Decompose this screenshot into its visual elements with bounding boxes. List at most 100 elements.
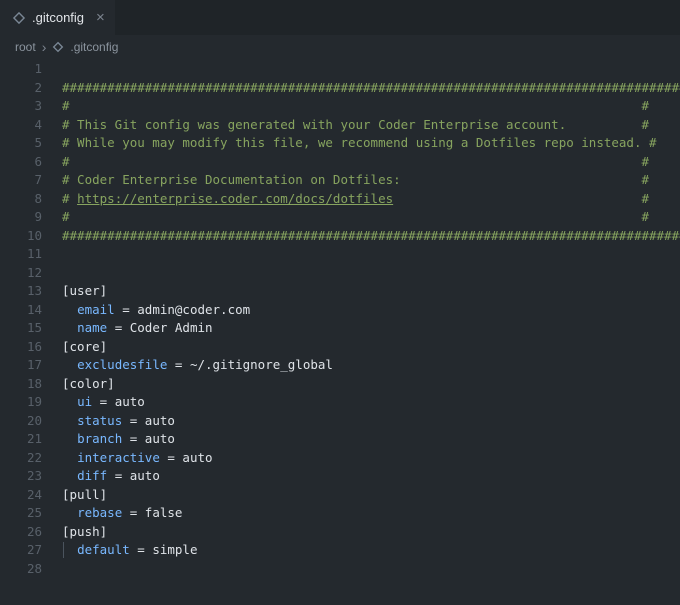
code-line[interactable]: 24 [pull] bbox=[0, 486, 680, 505]
line-number: 9 bbox=[34, 209, 42, 224]
breadcrumb-item-file[interactable]: .gitconfig bbox=[70, 40, 118, 54]
code-segment: ########################################… bbox=[62, 227, 680, 243]
line-number: 26 bbox=[26, 523, 42, 539]
code-line[interactable]: 2 #######################################… bbox=[0, 79, 680, 98]
line-number: 21 bbox=[26, 431, 42, 446]
code-line[interactable]: 14 email = admin@coder.com bbox=[0, 301, 680, 320]
code-text: excludesfile = ~/.gitignore_global bbox=[62, 357, 333, 372]
code-text: name = Coder Admin bbox=[62, 320, 212, 335]
code-line[interactable]: 17 excludesfile = ~/.gitignore_global bbox=[0, 356, 680, 375]
code-line[interactable]: 16 [core] bbox=[0, 338, 680, 357]
code-line[interactable]: 12 bbox=[0, 264, 680, 283]
line-number: 11 bbox=[26, 246, 42, 261]
line-number: 23 bbox=[26, 468, 42, 483]
code-line[interactable]: 4 # This Git config was generated with yo… bbox=[0, 116, 680, 135]
line-number: 15 bbox=[26, 320, 42, 335]
code-segment: [pull] bbox=[62, 486, 108, 502]
code-text: [push] bbox=[62, 524, 107, 539]
code-text: interactive = auto bbox=[62, 449, 213, 465]
code-line[interactable]: 9 # # bbox=[0, 208, 680, 227]
line-number: 10 bbox=[26, 227, 42, 243]
code-line[interactable]: 6 # # bbox=[0, 153, 680, 172]
dotfiles-link[interactable]: https://enterprise.coder.com/docs/dotfil… bbox=[77, 191, 393, 206]
code-line[interactable]: 26 [push] bbox=[0, 523, 680, 542]
code-line[interactable]: 7 # Coder Enterprise Documentation on Dot… bbox=[0, 171, 680, 190]
code-segment: [core] bbox=[62, 338, 108, 354]
line-number: 16 bbox=[26, 338, 42, 354]
code-segment: branch bbox=[77, 431, 123, 446]
code-line[interactable]: 13 [user] bbox=[0, 282, 680, 301]
config-file-icon bbox=[12, 11, 26, 25]
line-number: 8 bbox=[34, 190, 42, 206]
code-line[interactable]: 1 bbox=[0, 60, 680, 79]
code-segment: = auto bbox=[159, 449, 213, 465]
code-line[interactable]: 5 # While you may modify this file, we re… bbox=[0, 134, 680, 153]
line-number: 17 bbox=[26, 357, 42, 372]
code-segment: name bbox=[77, 320, 108, 335]
breadcrumb: root › .gitconfig bbox=[0, 35, 680, 58]
code-line[interactable]: 21 branch = auto bbox=[0, 430, 680, 449]
code-line[interactable]: 3 # # bbox=[0, 97, 680, 116]
code-text: # This Git config was generated with you… bbox=[62, 117, 649, 132]
breadcrumb-item-root[interactable]: root bbox=[15, 40, 36, 54]
code-segment: [user] bbox=[62, 283, 108, 298]
code-segment: = auto bbox=[107, 468, 160, 483]
code-segment: [push] bbox=[62, 523, 108, 539]
code-segment: status bbox=[77, 412, 123, 428]
code-segment: # bbox=[62, 98, 70, 113]
code-text: # # bbox=[62, 209, 649, 224]
code-line[interactable]: 19 ui = auto bbox=[0, 393, 680, 412]
code-line[interactable]: 25 rebase = false bbox=[0, 504, 680, 523]
code-line[interactable]: 8 # https://enterprise.coder.com/docs/dot… bbox=[0, 190, 680, 209]
code-segment: # bbox=[641, 209, 650, 224]
code-segment: # Coder Enterprise Documentation on Dotf… bbox=[62, 172, 401, 187]
code-line[interactable]: 15 name = Coder Admin bbox=[0, 319, 680, 338]
code-line[interactable]: 18 [color] bbox=[0, 375, 680, 394]
tab-bar: .gitconfig × bbox=[0, 0, 680, 35]
code-line[interactable]: 28 bbox=[0, 560, 680, 579]
line-number: 14 bbox=[26, 301, 42, 317]
code-line[interactable]: 11 bbox=[0, 245, 680, 264]
code-segment: # bbox=[641, 190, 650, 206]
code-segment: = auto bbox=[92, 394, 145, 409]
code-text: [core] bbox=[62, 339, 107, 354]
line-number: 18 bbox=[26, 375, 42, 391]
line-number: 24 bbox=[26, 486, 42, 502]
line-number: 27 bbox=[26, 542, 42, 557]
code-line[interactable]: 27 default = simple bbox=[0, 541, 680, 560]
code-text: ########################################… bbox=[62, 80, 680, 95]
tab-close-icon[interactable]: × bbox=[96, 10, 105, 25]
code-editor[interactable]: 1 2 ######################################… bbox=[0, 58, 680, 605]
code-segment: email bbox=[77, 301, 115, 317]
line-number: 20 bbox=[26, 412, 42, 428]
line-number: 25 bbox=[26, 505, 42, 520]
code-line[interactable]: 23 diff = auto bbox=[0, 467, 680, 486]
code-segment: # bbox=[641, 98, 650, 113]
code-text: [pull] bbox=[62, 487, 107, 502]
code-line[interactable]: 10 ######################################… bbox=[0, 227, 680, 246]
code-segment: rebase bbox=[77, 505, 123, 520]
code-segment: interactive bbox=[77, 449, 160, 465]
code-line[interactable]: 20 status = auto bbox=[0, 412, 680, 431]
tab-gitconfig[interactable]: .gitconfig × bbox=[0, 0, 115, 35]
code-segment: = false bbox=[122, 505, 183, 520]
code-text: # # bbox=[62, 154, 649, 169]
indent-guide bbox=[63, 542, 64, 558]
code-segment: = simple bbox=[129, 542, 198, 557]
code-line[interactable]: 22 interactive = auto bbox=[0, 449, 680, 468]
code-segment: ui bbox=[77, 394, 93, 409]
code-segment: diff bbox=[77, 468, 108, 483]
line-number: 1 bbox=[34, 61, 42, 76]
line-number: 13 bbox=[26, 283, 42, 298]
code-segment: = ~/.gitignore_global bbox=[167, 357, 333, 372]
code-segment: = admin@coder.com bbox=[114, 301, 251, 317]
